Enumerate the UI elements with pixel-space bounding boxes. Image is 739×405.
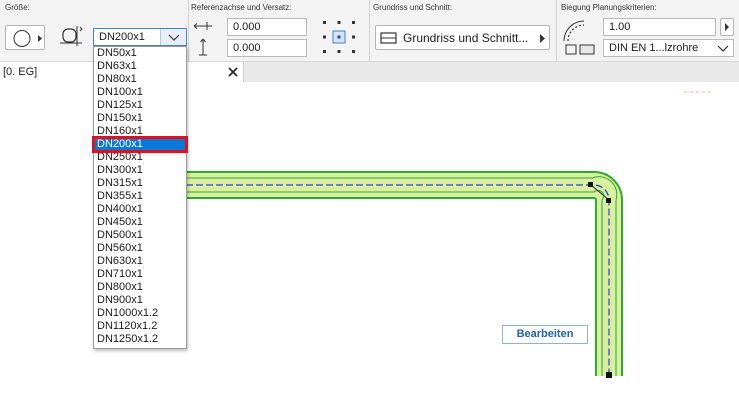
size-option[interactable]: DN1250x1.2 (94, 333, 186, 346)
size-option[interactable]: DN160x1 (94, 125, 186, 138)
edit-button[interactable]: Bearbeiten (502, 325, 588, 344)
floorplan-settings-label: Grundriss und Schnitt... (403, 31, 529, 45)
offset-x-value: 0.000 (233, 21, 261, 33)
size-option[interactable]: DN125x1 (94, 99, 186, 112)
divider (556, 0, 557, 62)
offset-y-value: 0.000 (233, 42, 261, 54)
circle-icon (13, 30, 42, 47)
chevron-right-icon (725, 23, 729, 31)
anchor-point-icon[interactable] (320, 18, 358, 56)
bend-standard-value: DIN EN 1...lzrohre (609, 42, 699, 54)
size-option[interactable]: DN315x1 (94, 177, 186, 190)
pipe-outline (186, 171, 623, 376)
size-option[interactable]: DN500x1 (94, 229, 186, 242)
size-option-selected[interactable]: DN200x1 (92, 136, 188, 153)
size-option[interactable]: DN80x1 (94, 73, 186, 86)
size-section-label: Größe: (5, 3, 30, 12)
floorplan-settings-button[interactable]: Grundriss und Schnitt... (375, 25, 550, 50)
size-option[interactable]: DN250x1 (94, 151, 186, 164)
size-dropdown-toggle[interactable] (160, 29, 186, 45)
size-option[interactable]: DN560x1 (94, 242, 186, 255)
offset-x-input[interactable]: 0.000 (227, 18, 307, 36)
tab-title: [0. EG] (3, 66, 38, 78)
size-option[interactable]: DN710x1 (94, 268, 186, 281)
bend-radius-icon (563, 20, 595, 55)
size-option[interactable]: DN50x1 (94, 47, 186, 60)
offset-y-input[interactable]: 0.000 (227, 39, 307, 57)
pipe-axis (186, 184, 610, 376)
size-dropdown-value: DN200x1 (99, 31, 145, 43)
divider (369, 0, 370, 62)
size-dropdown-list[interactable]: DN50x1 DN63x1 DN80x1 DN100x1 DN125x1 DN150x1 D… (92, 46, 188, 349)
node-handle (606, 198, 611, 203)
size-option[interactable]: DN300x1 (94, 164, 186, 177)
size-option[interactable]: DN800x1 (94, 281, 186, 294)
bend-factor-more-button[interactable] (720, 18, 734, 36)
shape-circle-button[interactable] (5, 25, 45, 50)
close-icon[interactable] (228, 67, 238, 77)
size-option[interactable]: DN1000x1.2 (94, 307, 186, 320)
size-option[interactable]: DN900x1 (94, 294, 186, 307)
size-option[interactable]: DN1120x1.2 (94, 320, 186, 333)
divider (188, 0, 189, 62)
pipe-inner-edge (186, 176, 618, 376)
size-option[interactable]: DN400x1 (94, 203, 186, 216)
node-handle (588, 182, 593, 187)
chevron-down-icon (717, 45, 729, 52)
bend-section-label: Biegung Planungskriterien: (561, 3, 657, 12)
size-option[interactable]: DN63x1 (94, 60, 186, 73)
bend-factor-value: 1.00 (609, 21, 631, 33)
floorplan-icon (380, 32, 397, 44)
floorplan-section-label: Grundriss und Schnitt: (373, 3, 453, 12)
pipe-fill (186, 173, 621, 376)
reference-axis-label: Referenzachse und Versatz: (191, 3, 292, 12)
size-option[interactable]: DN100x1 (94, 86, 186, 99)
size-option[interactable]: DN630x1 (94, 255, 186, 268)
chevron-right-icon (540, 34, 545, 43)
bend-factor-input[interactable]: 1.00 (603, 18, 716, 36)
node-handle (606, 372, 612, 378)
bend-standard-dropdown[interactable]: DIN EN 1...lzrohre (603, 39, 734, 57)
size-option[interactable]: DN450x1 (94, 216, 186, 229)
size-dropdown[interactable]: DN200x1 (93, 28, 187, 46)
horizontal-offset-icon (193, 22, 212, 30)
pipe-section-icon[interactable] (58, 24, 84, 50)
size-option[interactable]: DN355x1 (94, 190, 186, 203)
size-option[interactable]: DN150x1 (94, 112, 186, 125)
pipe-inner-edge (186, 189, 605, 376)
vertical-offset-icon (199, 38, 207, 56)
chevron-down-icon (168, 34, 180, 41)
